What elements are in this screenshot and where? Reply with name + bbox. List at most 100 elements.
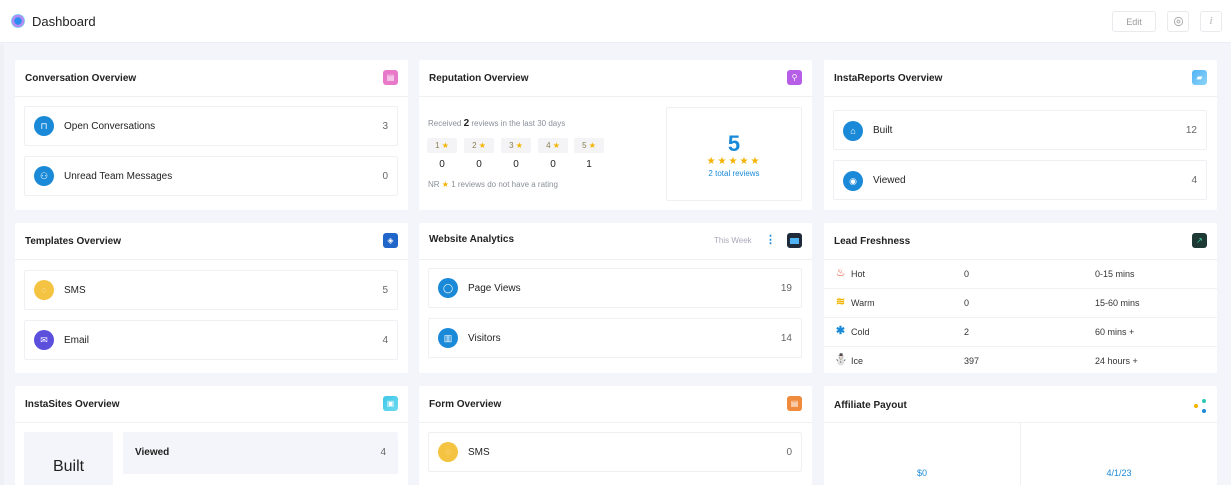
lead-freshness-card: Lead Freshness ↗ ♨ Hot 0 0-15 mins ≋ War… xyxy=(824,223,1217,373)
card-header: Reputation Overview ⚲ xyxy=(419,60,812,97)
card-title: Lead Freshness xyxy=(834,236,911,247)
item-value: 14 xyxy=(780,333,792,344)
rating-count: 0 xyxy=(476,159,482,170)
rating-column-1: 1 ★ 0 xyxy=(427,138,457,170)
list-item-unread-team-messages[interactable]: ⚇ Unread Team Messages 0 xyxy=(24,156,398,196)
table-row-ice[interactable]: ⛄ Ice 397 24 hours + xyxy=(824,347,1217,373)
instareports-overview-card: InstaReports Overview ▰ ⌂ Built 12 ◉ Vie… xyxy=(824,60,1217,210)
trend-icon: ↗ xyxy=(1192,233,1207,248)
lead-value: 397 xyxy=(964,356,980,366)
sms-icon: ◌ xyxy=(34,280,54,300)
inbox-icon: ⊓ xyxy=(34,116,54,136)
lead-label: Ice xyxy=(851,356,864,366)
card-title: Affiliate Payout xyxy=(834,400,907,411)
sms-icon: ◌ xyxy=(438,442,458,462)
list-item-viewed[interactable]: ◉ Viewed 4 xyxy=(833,160,1207,200)
ice-icon: ⛄ xyxy=(834,354,848,366)
list-item-open-conversations[interactable]: ⊓ Open Conversations 3 xyxy=(24,106,398,146)
more-options-icon[interactable]: ⋮ xyxy=(765,233,776,246)
card-title: InstaReports Overview xyxy=(834,73,943,84)
rating-column-2: 2 ★ 0 xyxy=(464,138,494,170)
item-label: Viewed xyxy=(135,447,170,458)
current-balance-value: $0 xyxy=(916,468,927,478)
built-panel[interactable]: Built xyxy=(24,432,113,485)
table-row-cold[interactable]: ✱ Cold 2 60 mins + xyxy=(824,318,1217,347)
rating-count: 0 xyxy=(513,159,519,170)
rating-label: 1 xyxy=(435,141,440,150)
rating-label: 3 xyxy=(509,141,514,150)
period-selector[interactable]: This Week xyxy=(714,236,752,245)
table-row-warm[interactable]: ≋ Warm 0 15-60 mins xyxy=(824,289,1217,318)
reviews-received-text: Received 2 reviews in the last 30 days xyxy=(428,118,565,129)
user-icon: ◯ xyxy=(438,278,458,298)
building-icon: ▥ xyxy=(438,328,458,348)
card-title: Form Overview xyxy=(429,399,502,410)
list-item-page-views[interactable]: ◯ Page Views 19 xyxy=(428,268,802,308)
site-icon: ▣ xyxy=(383,396,398,411)
lead-time: 60 mins + xyxy=(1095,327,1135,337)
item-value: 3 xyxy=(382,121,388,132)
rating-count: 0 xyxy=(550,159,556,170)
monitor-icon xyxy=(787,233,802,248)
list-item-viewed[interactable]: Viewed 4 xyxy=(123,432,398,474)
item-value: 12 xyxy=(1185,125,1197,136)
list-item-visitors[interactable]: ▥ Visitors 14 xyxy=(428,318,802,358)
card-header: Website Analytics This Week ⋮ xyxy=(419,223,812,260)
lead-label: Cold xyxy=(851,327,870,337)
rating-column-4: 4 ★ 0 xyxy=(538,138,568,170)
conversation-overview-card: Conversation Overview ▤ ⊓ Open Conversat… xyxy=(15,60,408,210)
rating-count: 1 xyxy=(586,159,592,170)
rating-column-3: 3 ★ 0 xyxy=(501,138,531,170)
building-icon: ⌂ xyxy=(843,121,863,141)
rating-count: 0 xyxy=(439,159,445,170)
star-rating-icon: ★★★★★ xyxy=(706,156,762,167)
table-row-hot[interactable]: ♨ Hot 0 0-15 mins xyxy=(824,260,1217,289)
gear-icon[interactable] xyxy=(1167,11,1189,32)
website-analytics-card: Website Analytics This Week ⋮ ◯ Page Vie… xyxy=(419,223,812,373)
instasites-overview-card: InstaSites Overview ▣ Built Viewed 4 xyxy=(15,386,408,485)
item-label: Visitors xyxy=(468,333,501,344)
star-icon: ★ xyxy=(441,180,449,189)
lead-value: 0 xyxy=(964,298,970,308)
card-header: Affiliate Payout xyxy=(824,386,1217,423)
item-label: Unread Team Messages xyxy=(64,171,173,182)
review-score: 5 xyxy=(727,131,741,156)
top-bar: Dashboard Edit i xyxy=(0,0,1231,43)
item-label: Open Conversations xyxy=(64,121,156,132)
item-label: SMS xyxy=(64,285,86,296)
share-icon xyxy=(1192,398,1208,414)
list-item-sms[interactable]: ◌ SMS 0 xyxy=(428,432,802,472)
list-item-sms[interactable]: ◌ SMS 5 xyxy=(24,270,398,310)
card-header: Form Overview ▤ xyxy=(419,386,812,423)
card-title: Templates Overview xyxy=(25,236,121,247)
item-value: 5 xyxy=(382,285,388,296)
lead-label: Hot xyxy=(851,269,866,279)
item-value: 0 xyxy=(786,447,792,458)
item-value: 4 xyxy=(1191,175,1197,186)
item-label: SMS xyxy=(468,447,490,458)
lead-value: 0 xyxy=(964,269,970,279)
nr-label: NR xyxy=(428,180,440,189)
card-header: InstaSites Overview ▣ xyxy=(15,386,408,423)
page-title: Dashboard xyxy=(32,14,96,29)
info-icon[interactable]: i xyxy=(1200,11,1222,32)
edit-button[interactable]: Edit xyxy=(1112,11,1156,32)
lead-time: 0-15 mins xyxy=(1095,269,1135,279)
item-value: 4 xyxy=(382,335,388,346)
star-icon: ★ xyxy=(588,141,596,150)
received-suffix: reviews in the last 30 days xyxy=(471,119,566,128)
card-header: InstaReports Overview ▰ xyxy=(824,60,1217,97)
list-item-built[interactable]: ⌂ Built 12 xyxy=(833,110,1207,150)
lead-label: Warm xyxy=(851,298,875,308)
star-icon: ★ xyxy=(515,141,523,150)
layers-icon: ◈ xyxy=(383,233,398,248)
item-value: 0 xyxy=(382,171,388,182)
item-label: Email xyxy=(64,335,90,346)
form-icon: ▤ xyxy=(787,396,802,411)
list-item-email[interactable]: ✉ Email 4 xyxy=(24,320,398,360)
card-title: Website Analytics xyxy=(429,234,515,245)
total-reviews-link[interactable]: 2 total reviews xyxy=(667,169,801,178)
item-label: Built xyxy=(873,125,893,136)
lead-value: 2 xyxy=(964,327,970,337)
no-rating-text: NR ★ 1 reviews do not have a rating xyxy=(428,180,558,189)
